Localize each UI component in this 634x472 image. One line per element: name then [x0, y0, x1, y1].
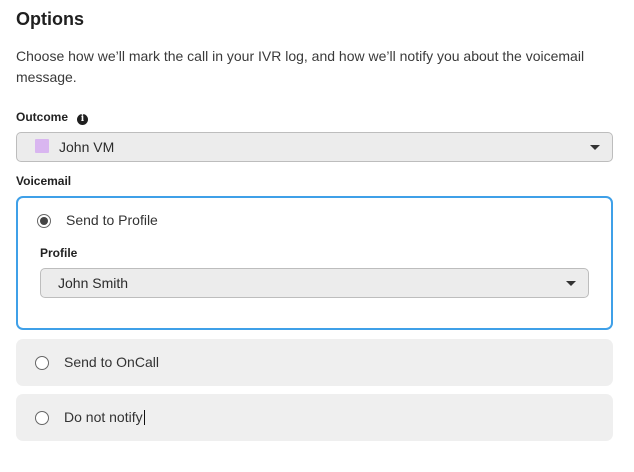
profile-select-value: John Smith: [58, 275, 129, 291]
profile-label: Profile: [40, 246, 78, 260]
page-description: Choose how we’ll mark the call in your I…: [16, 48, 585, 85]
option-label-do-not-notify-wrap: Do not notify: [64, 409, 145, 425]
info-icon[interactable]: i: [77, 114, 89, 125]
text-cursor: [143, 410, 145, 425]
page-title: Options: [16, 9, 84, 29]
outcome-label: Outcome: [16, 110, 69, 124]
option-label-do-not-notify: Do not notify: [64, 409, 143, 425]
option-send-to-profile[interactable]: Send to Profile Profile John Smith: [16, 196, 613, 330]
outcome-color-swatch: [35, 139, 49, 153]
voicemail-label: Voicemail: [16, 174, 72, 188]
outcome-select[interactable]: John VM: [16, 132, 613, 162]
chevron-down-icon: [566, 281, 576, 286]
option-label-send-to-profile: Send to Profile: [66, 212, 158, 228]
option-send-to-oncall[interactable]: Send to OnCall: [16, 339, 613, 386]
option-label-send-to-oncall: Send to OnCall: [64, 354, 159, 370]
chevron-down-icon: [590, 145, 600, 150]
outcome-label-row: Outcome i: [16, 110, 89, 125]
option-do-not-notify[interactable]: Do not notify: [16, 394, 613, 441]
radio-dot: [40, 217, 48, 225]
radio-do-not-notify[interactable]: [35, 411, 49, 425]
outcome-select-value: John VM: [59, 139, 115, 155]
profile-select[interactable]: John Smith: [40, 268, 589, 298]
radio-send-to-profile[interactable]: [37, 214, 51, 228]
radio-send-to-oncall[interactable]: [35, 356, 49, 370]
